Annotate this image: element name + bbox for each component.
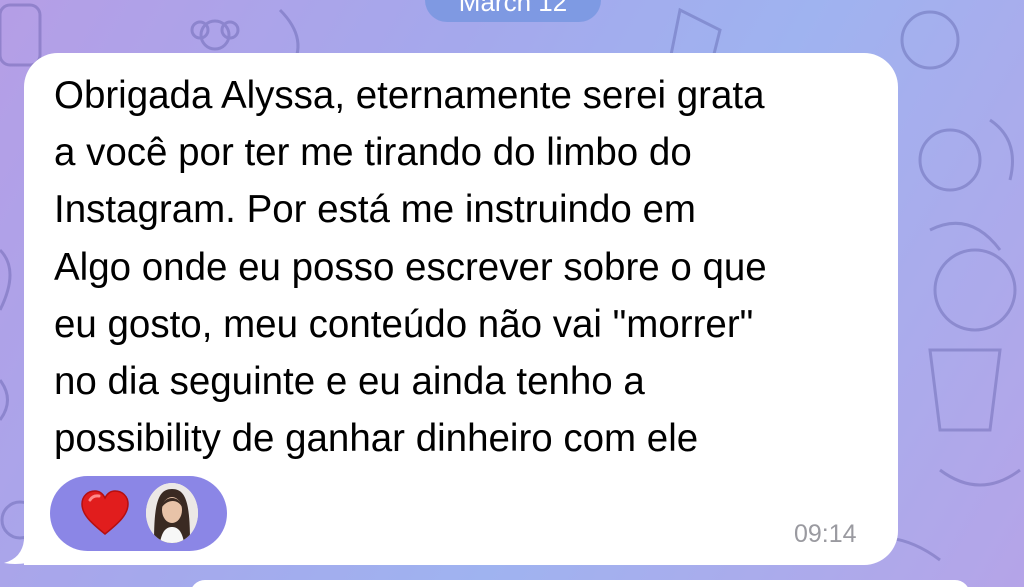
heart-icon: [81, 490, 129, 535]
message-text: Obrigada Alyssa, eternamente serei grata…: [54, 74, 767, 461]
next-message-bubble[interactable]: [190, 580, 970, 587]
reaction-pill[interactable]: [50, 476, 227, 551]
date-separator: March 12: [425, 0, 601, 22]
avatar[interactable]: [146, 483, 198, 543]
message-time: 09:14: [794, 520, 857, 548]
bubble-tail: [4, 520, 60, 565]
